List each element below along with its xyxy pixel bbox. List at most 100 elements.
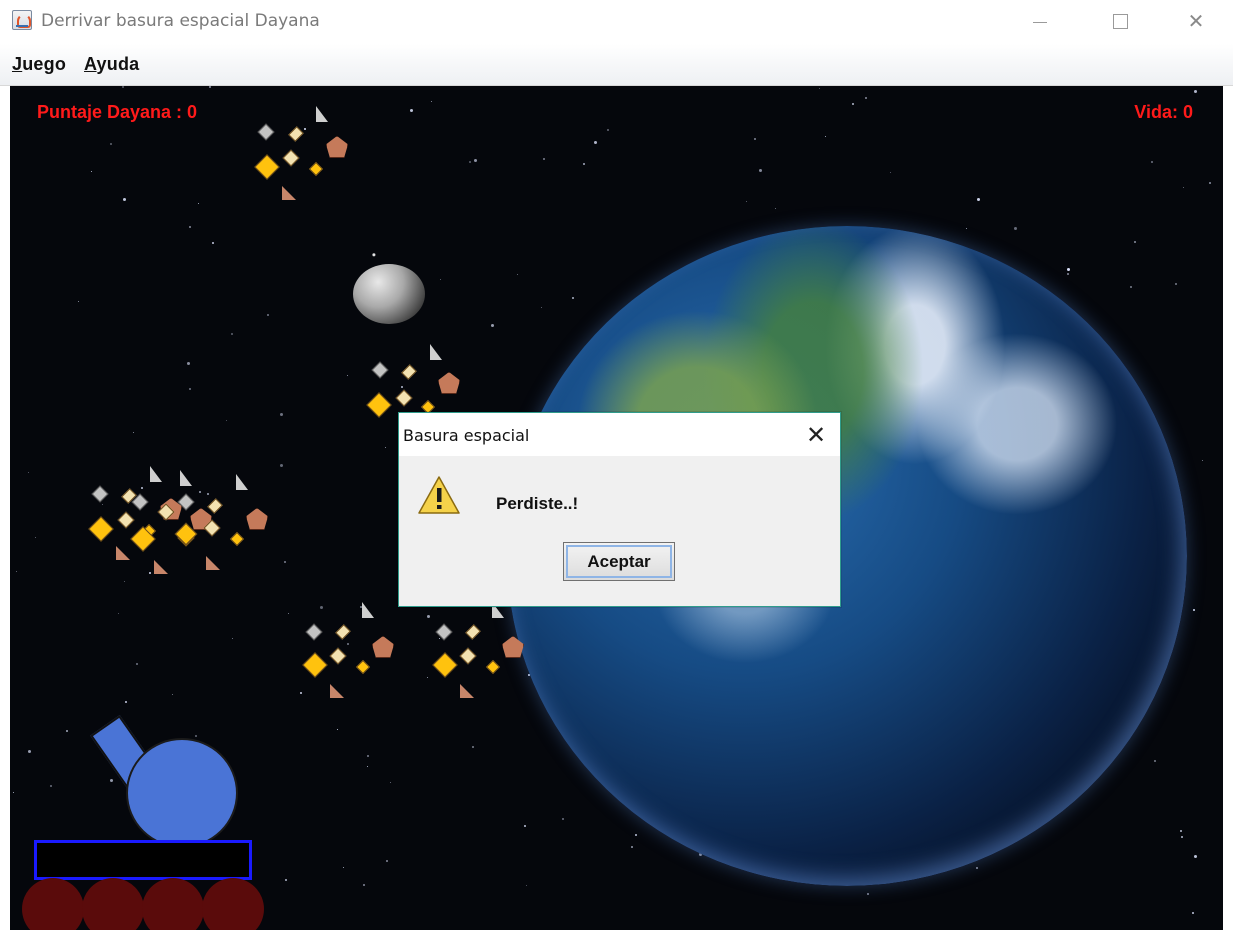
star — [1134, 241, 1136, 243]
menu-juego-label: uego — [22, 54, 67, 74]
debris-gold — [174, 522, 198, 546]
star — [280, 464, 283, 467]
star — [572, 297, 574, 299]
debris-gold — [485, 659, 501, 675]
debris-pentagon — [326, 136, 348, 158]
debris-triangle-brown — [460, 684, 474, 698]
star — [16, 571, 17, 572]
star — [759, 169, 762, 172]
maximize-icon — [1112, 13, 1128, 29]
star — [431, 101, 432, 102]
star — [189, 388, 191, 390]
menu-ayuda-mnemonic: A — [84, 54, 97, 74]
life-display: Vida: 0 — [1134, 102, 1193, 122]
debris-grey — [435, 623, 453, 641]
debris-triangle-brown — [206, 556, 220, 570]
debris-cream — [401, 364, 417, 380]
star — [226, 420, 227, 421]
star — [524, 825, 526, 827]
star — [363, 884, 365, 886]
menu-bar: Juego Ayuda — [0, 44, 1233, 86]
debris-cream — [203, 519, 221, 537]
star — [491, 324, 494, 327]
title-bar[interactable]: Derrivar basura espacial Dayana ✕ — [0, 0, 1233, 44]
debris-grey — [177, 493, 195, 511]
cannon-turret — [126, 738, 238, 848]
star — [267, 314, 269, 316]
star — [517, 274, 518, 275]
star — [819, 88, 820, 89]
debris-grey — [131, 493, 149, 511]
debris-cream — [459, 647, 477, 665]
star — [1209, 182, 1211, 184]
star — [1175, 283, 1177, 285]
star — [890, 172, 891, 173]
java-app-icon — [12, 10, 32, 30]
dialog-close-button[interactable]: ✕ — [802, 421, 830, 449]
star — [285, 879, 287, 881]
debris-grey — [91, 485, 109, 503]
star — [280, 413, 283, 416]
star — [976, 867, 978, 869]
maximize-button[interactable] — [1097, 4, 1143, 38]
debris-pentagon — [438, 372, 460, 394]
debris-gold — [308, 161, 324, 177]
star — [526, 885, 527, 886]
dialog-title-bar[interactable]: Basura espacial ✕ — [399, 413, 840, 456]
app-window: Derrivar basura espacial Dayana ✕ Juego … — [0, 0, 1233, 930]
star — [122, 86, 124, 88]
debris-gold — [229, 531, 245, 547]
debris-cream — [288, 126, 304, 142]
star — [390, 782, 391, 783]
star — [231, 333, 233, 335]
close-icon: ✕ — [805, 421, 827, 449]
star — [474, 159, 477, 162]
star — [594, 141, 597, 144]
star — [110, 779, 113, 782]
score-display: Puntaje Dayana : 0 — [37, 102, 198, 122]
star — [583, 163, 585, 165]
star — [543, 158, 545, 160]
debris-triangle-brown — [330, 684, 344, 698]
debris-gold — [302, 652, 328, 678]
warning-icon — [418, 476, 460, 514]
star — [66, 730, 68, 732]
star — [337, 729, 338, 730]
debris-cream — [335, 624, 351, 640]
minimize-button[interactable] — [1017, 4, 1063, 38]
menu-ayuda[interactable]: Ayuda — [84, 54, 139, 75]
debris-gold — [432, 652, 458, 678]
star — [1183, 187, 1184, 188]
minimize-icon — [1033, 21, 1047, 23]
debris-gold — [366, 392, 392, 418]
star — [125, 701, 127, 703]
debris-cream — [465, 624, 481, 640]
star — [1154, 760, 1156, 762]
game-over-dialog: Basura espacial ✕ Perdiste..! Aceptar — [398, 412, 841, 607]
star — [343, 867, 344, 868]
star — [865, 97, 867, 99]
moon — [353, 264, 425, 324]
star — [198, 203, 199, 204]
menu-juego[interactable]: Juego — [12, 54, 66, 75]
star — [195, 735, 197, 737]
star — [825, 136, 826, 137]
star — [1067, 268, 1070, 271]
star — [1181, 836, 1183, 838]
accept-button[interactable]: Aceptar — [563, 542, 675, 581]
star — [635, 834, 637, 836]
star — [440, 279, 441, 280]
debris-pentagon — [246, 508, 268, 530]
star — [1151, 161, 1153, 163]
cannon-base — [34, 840, 252, 880]
star — [977, 198, 980, 201]
star — [347, 375, 348, 376]
debris-cream — [282, 149, 300, 167]
debris-gold — [254, 154, 280, 180]
star — [212, 242, 214, 244]
close-button[interactable]: ✕ — [1173, 4, 1219, 38]
star — [775, 208, 776, 209]
star — [13, 792, 14, 793]
debris-cream — [395, 389, 413, 407]
star — [133, 432, 134, 433]
